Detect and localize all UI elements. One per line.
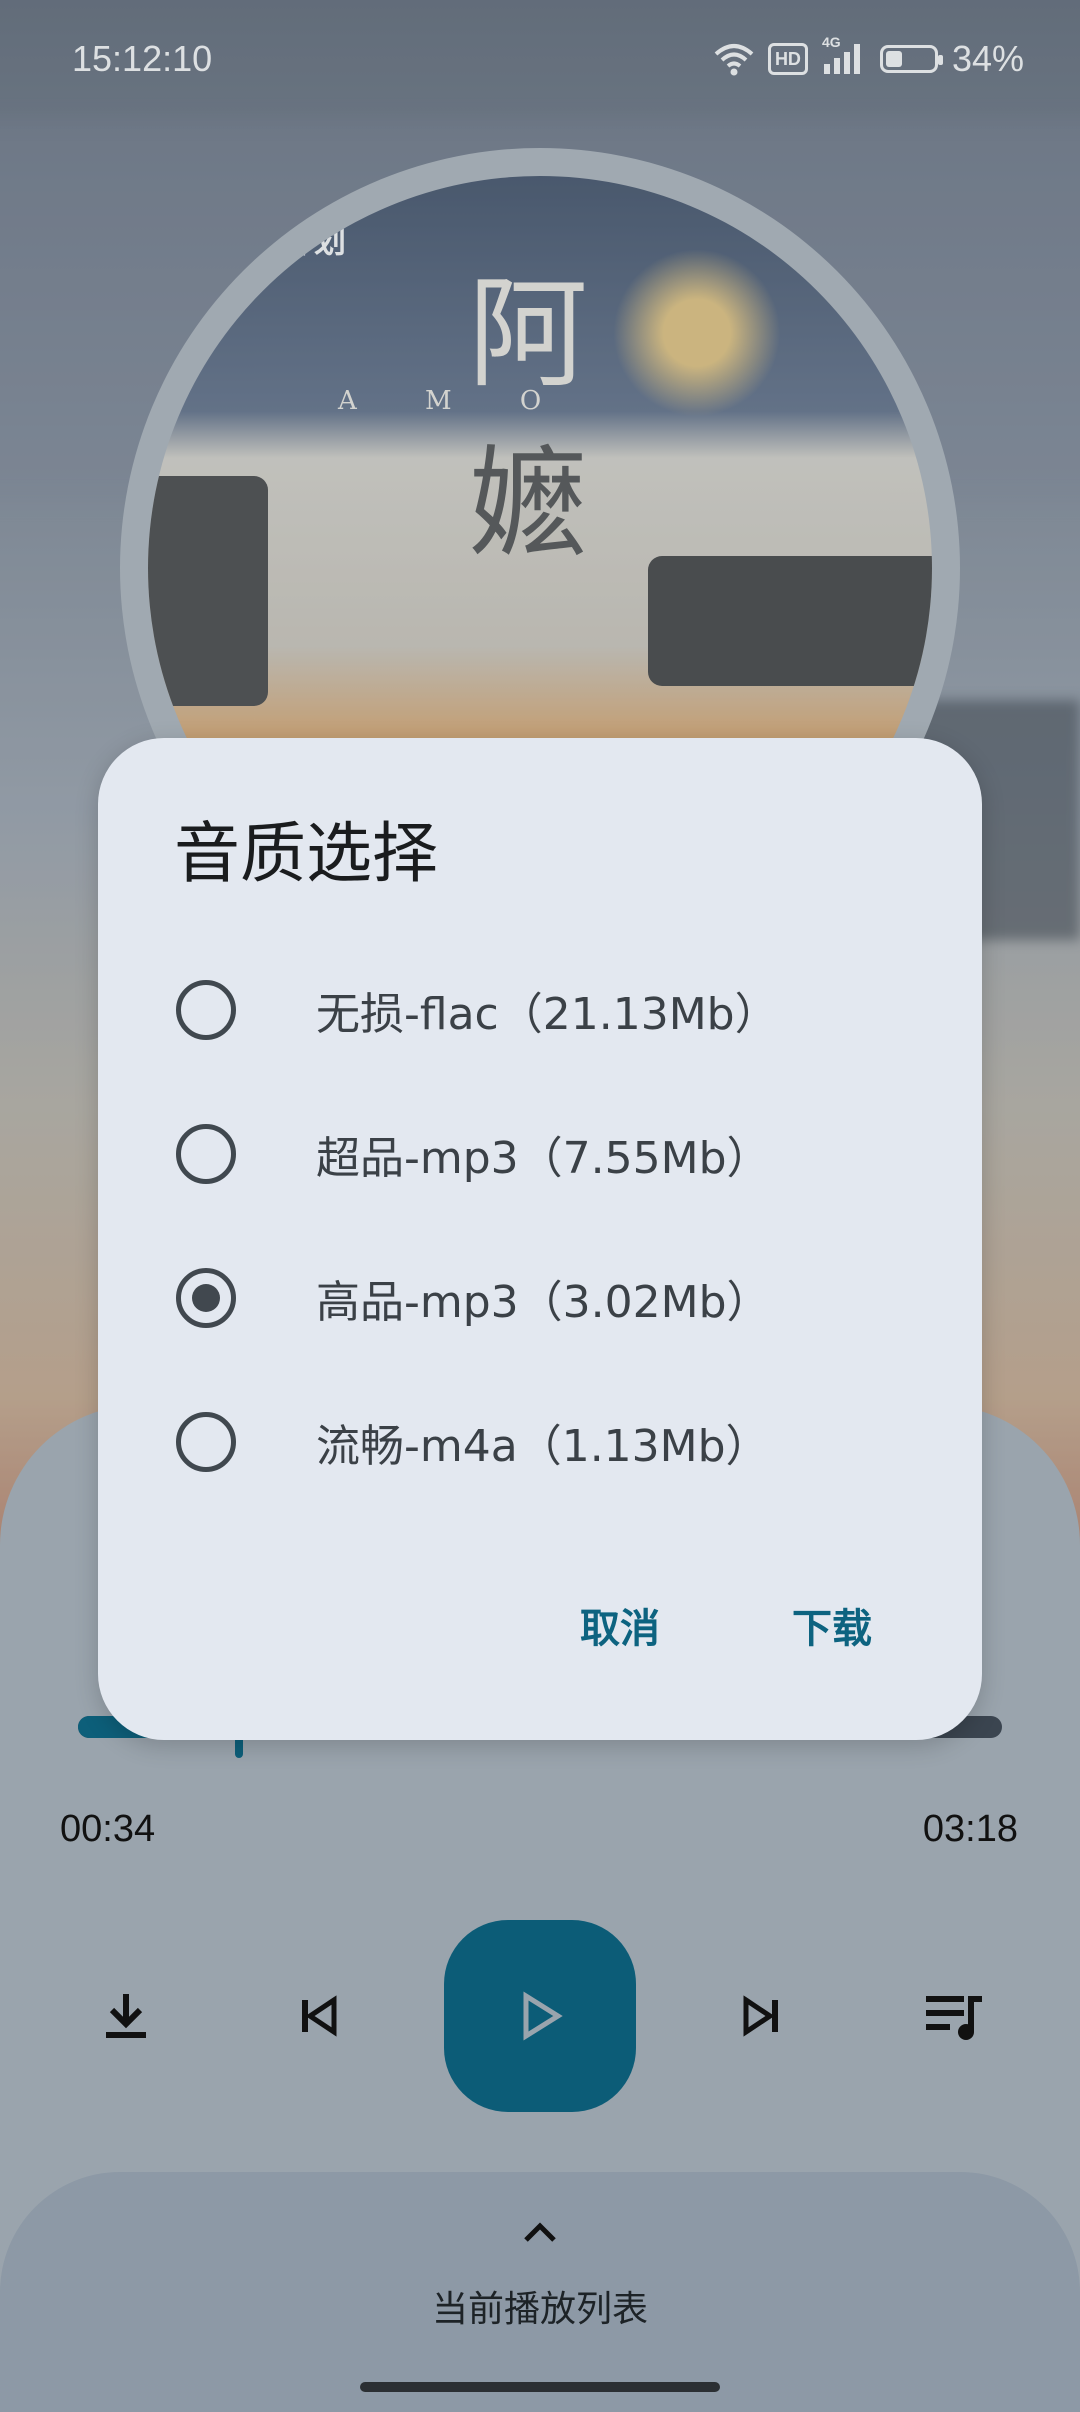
quality-dialog: 音质选择 无损-flac（21.13Mb） 超品-mp3（7.55Mb） 高品-…: [98, 738, 982, 1740]
download-confirm-button[interactable]: 下载: [792, 1596, 872, 1654]
dialog-actions: 取消 下载: [580, 1596, 872, 1654]
chevron-up-icon[interactable]: [510, 2212, 570, 2252]
next-button[interactable]: [722, 1976, 802, 2056]
radio-button[interactable]: [176, 980, 236, 1040]
playlist-label[interactable]: 当前播放列表: [0, 2280, 1080, 2332]
quality-option-label: 高品-mp3（3.02Mb）: [316, 1277, 771, 1328]
quality-option-label: 超品-mp3（7.55Mb）: [316, 1133, 771, 1184]
download-button[interactable]: [86, 1976, 166, 2056]
dialog-title: 音质选择: [174, 815, 438, 892]
radio-button[interactable]: [176, 1124, 236, 1184]
play-button[interactable]: [444, 1920, 636, 2112]
home-indicator[interactable]: [360, 2382, 720, 2392]
elapsed-time: 00:34: [60, 1808, 156, 1850]
quality-option-superior-mp3[interactable]: 超品-mp3（7.55Mb）: [98, 1094, 982, 1214]
quality-option-smooth-m4a[interactable]: 流畅-m4a（1.13Mb）: [98, 1382, 982, 1502]
quality-option-label: 流畅-m4a（1.13Mb）: [316, 1421, 770, 1472]
total-duration: 03:18: [922, 1808, 1018, 1850]
queue-button[interactable]: [914, 1976, 994, 2056]
radio-button[interactable]: [176, 1412, 236, 1472]
cancel-button[interactable]: 取消: [580, 1596, 660, 1654]
download-icon: [106, 1994, 146, 2038]
play-icon: [523, 1991, 563, 2041]
next-icon: [743, 1995, 778, 2037]
queue-icon: [926, 1996, 982, 2040]
radio-selected-dot: [192, 1284, 220, 1312]
previous-icon: [302, 1995, 337, 2037]
quality-option-flac[interactable]: 无损-flac（21.13Mb）: [98, 950, 982, 1070]
quality-option-high-mp3[interactable]: 高品-mp3（3.02Mb）: [98, 1238, 982, 1358]
radio-button-selected[interactable]: [176, 1268, 236, 1328]
previous-button[interactable]: [278, 1976, 358, 2056]
quality-option-label: 无损-flac（21.13Mb）: [316, 989, 779, 1040]
